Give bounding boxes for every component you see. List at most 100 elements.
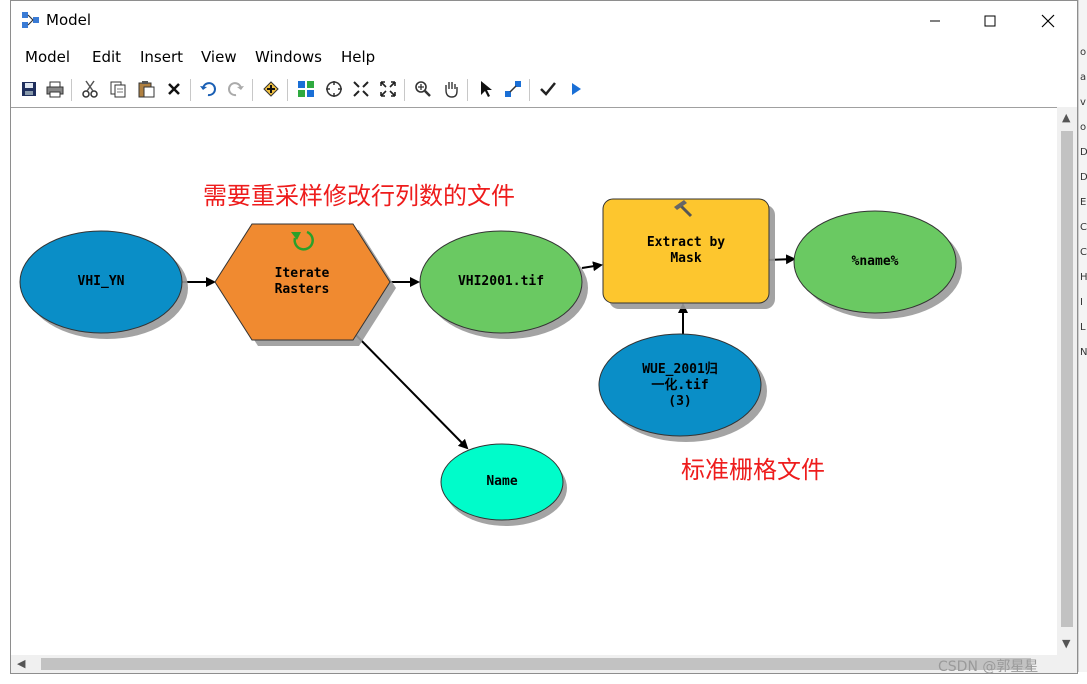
save-icon xyxy=(22,82,36,96)
paste-button[interactable] xyxy=(135,78,157,100)
toolbar-separator xyxy=(190,79,191,101)
background-letter: D xyxy=(1080,172,1087,183)
close-button[interactable] xyxy=(1025,1,1071,41)
label-extract-line1: Extract by xyxy=(646,235,726,250)
toolbar-separator xyxy=(467,79,468,101)
maximize-icon xyxy=(984,15,996,27)
label-output: %name% xyxy=(851,254,899,269)
watermark: CSDN @郭星星 xyxy=(938,659,1039,675)
label-iterate-line1: Iterate xyxy=(274,266,330,281)
vertical-scrollbar[interactable]: ▲ ▼ xyxy=(1057,107,1077,655)
pan-button[interactable] xyxy=(440,78,462,100)
delete-button[interactable] xyxy=(163,78,185,100)
background-letter: I xyxy=(1080,297,1083,308)
background-letter: a xyxy=(1080,72,1087,83)
fixed-zoom-out-button[interactable] xyxy=(377,78,399,100)
toolbar-separator xyxy=(71,79,72,101)
annotation-standard-raster: 标准栅格文件 xyxy=(681,456,825,484)
label-wue-line3: (3) xyxy=(668,394,692,409)
menu-insert[interactable]: Insert xyxy=(140,48,183,66)
validate-button[interactable] xyxy=(537,78,559,100)
toolbar-separator xyxy=(404,79,405,101)
model-canvas[interactable]: VHI_YN Iterate Rasters VHI2001.tif Extra… xyxy=(11,107,1057,656)
zoom-in-button[interactable] xyxy=(412,78,434,100)
background-letter: v xyxy=(1080,97,1086,108)
background-letter: C xyxy=(1080,247,1087,258)
fixed-zoom-in-icon xyxy=(353,81,369,97)
select-icon xyxy=(481,81,492,97)
label-iterate-line2: Rasters xyxy=(274,282,330,297)
auto-layout-icon xyxy=(298,81,314,97)
toolbar-separator xyxy=(287,79,288,101)
menu-help[interactable]: Help xyxy=(341,48,375,66)
model-icon xyxy=(22,12,39,28)
menu-model[interactable]: Model xyxy=(25,48,70,66)
background-letter: o xyxy=(1080,47,1087,58)
menu-edit[interactable]: Edit xyxy=(92,48,121,66)
copy-button[interactable] xyxy=(107,78,129,100)
full-extent-button[interactable] xyxy=(323,78,345,100)
background-letter: C xyxy=(1080,222,1087,233)
window-title: Model xyxy=(46,11,92,29)
maximize-button[interactable] xyxy=(967,1,1013,41)
run-icon xyxy=(572,83,581,95)
redo-button[interactable] xyxy=(225,78,247,100)
fixed-zoom-out-icon xyxy=(380,81,396,97)
full-extent-icon xyxy=(326,81,342,97)
cut-icon xyxy=(82,80,98,98)
connect-icon xyxy=(505,81,521,97)
background-map-strip: o a v o D D E C C H I L N xyxy=(1078,0,1087,684)
scroll-up-icon[interactable]: ▲ xyxy=(1062,111,1070,124)
model-window: Model Model Edit Insert View Windows Hel… xyxy=(10,0,1078,674)
validate-icon xyxy=(540,82,556,96)
menu-bar: Model Edit Insert View Windows Help xyxy=(11,43,1077,71)
label-vhi-yn: VHI_YN xyxy=(77,274,125,289)
select-button[interactable] xyxy=(475,78,497,100)
minimize-button[interactable] xyxy=(912,1,958,41)
background-letter: o xyxy=(1080,122,1087,133)
minimize-icon xyxy=(930,20,940,22)
annotation-resample-files: 需要重采样修改行列数的文件 xyxy=(203,182,515,210)
toolbar-separator xyxy=(252,79,253,101)
delete-icon xyxy=(168,83,180,95)
print-icon xyxy=(46,81,64,98)
pan-icon xyxy=(445,82,458,98)
vertical-scroll-thumb[interactable] xyxy=(1061,131,1073,627)
horizontal-scrollbar[interactable]: ◀ xyxy=(11,655,1057,673)
cut-button[interactable] xyxy=(79,78,101,100)
auto-layout-button[interactable] xyxy=(295,78,317,100)
connector-iterate-name xyxy=(351,330,469,450)
label-wue-line2: 一化.tif xyxy=(651,378,709,393)
undo-icon xyxy=(200,82,216,97)
paste-icon xyxy=(138,81,155,98)
print-button[interactable] xyxy=(44,78,66,100)
scroll-corner xyxy=(1057,655,1077,673)
scroll-down-icon[interactable]: ▼ xyxy=(1062,637,1070,650)
add-data-button[interactable] xyxy=(260,78,282,100)
save-button[interactable] xyxy=(18,78,40,100)
menu-view[interactable]: View xyxy=(201,48,237,66)
background-letter: E xyxy=(1080,197,1087,208)
label-extract-line2: Mask xyxy=(670,251,702,266)
close-icon xyxy=(1041,14,1055,28)
menu-windows[interactable]: Windows xyxy=(255,48,322,66)
model-diagram xyxy=(19,198,962,526)
background-letter: H xyxy=(1080,272,1087,283)
label-vhi2001: VHI2001.tif xyxy=(457,274,545,289)
connector-vhi2001-extract xyxy=(581,261,603,272)
toolbar xyxy=(11,75,1077,105)
scroll-left-icon[interactable]: ◀ xyxy=(17,657,25,670)
run-button[interactable] xyxy=(565,78,587,100)
toolbar-separator xyxy=(529,79,530,101)
label-name: Name xyxy=(486,474,518,489)
redo-icon xyxy=(228,82,244,97)
connect-button[interactable] xyxy=(502,78,524,100)
horizontal-scroll-thumb[interactable] xyxy=(41,658,1031,670)
undo-button[interactable] xyxy=(197,78,219,100)
fixed-zoom-in-button[interactable] xyxy=(350,78,372,100)
copy-icon xyxy=(110,81,126,98)
background-letter: L xyxy=(1080,322,1086,333)
background-letter: N xyxy=(1080,347,1087,358)
zoom-in-icon xyxy=(415,81,431,97)
title-bar: Model xyxy=(11,1,1077,41)
